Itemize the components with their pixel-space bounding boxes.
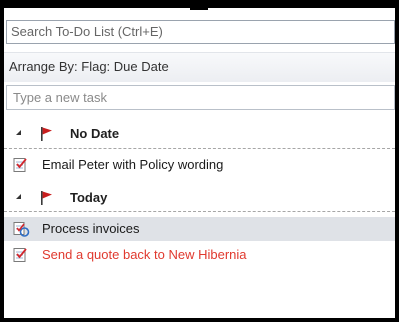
- task-label: Email Peter with Policy wording: [42, 157, 224, 172]
- recurring-task-icon: [12, 221, 30, 245]
- task-label: Send a quote back to New Hibernia: [42, 247, 247, 262]
- group-header-today[interactable]: Today: [4, 186, 395, 210]
- arrange-by-header[interactable]: Arrange By: Flag: Due Date: [4, 52, 395, 82]
- collapse-triangle-icon[interactable]: [16, 194, 21, 199]
- task-row-selected[interactable]: Process invoices: [4, 217, 395, 241]
- collapse-triangle-icon[interactable]: [16, 130, 21, 135]
- window-notch: [190, 0, 208, 10]
- group-header-no-date[interactable]: No Date: [4, 122, 395, 146]
- search-input[interactable]: Search To-Do List (Ctrl+E): [6, 20, 395, 44]
- group-label: Today: [70, 190, 108, 205]
- group-separator: [4, 211, 395, 212]
- task-icon: [12, 157, 28, 181]
- task-row[interactable]: Email Peter with Policy wording: [4, 153, 395, 177]
- task-label: Process invoices: [42, 221, 140, 236]
- group-separator: [4, 148, 395, 149]
- group-label: No Date: [70, 126, 120, 141]
- new-task-input[interactable]: Type a new task: [6, 85, 395, 110]
- task-row-overdue[interactable]: Send a quote back to New Hibernia: [4, 243, 395, 267]
- flag-icon: [39, 126, 55, 150]
- task-icon: [12, 247, 28, 271]
